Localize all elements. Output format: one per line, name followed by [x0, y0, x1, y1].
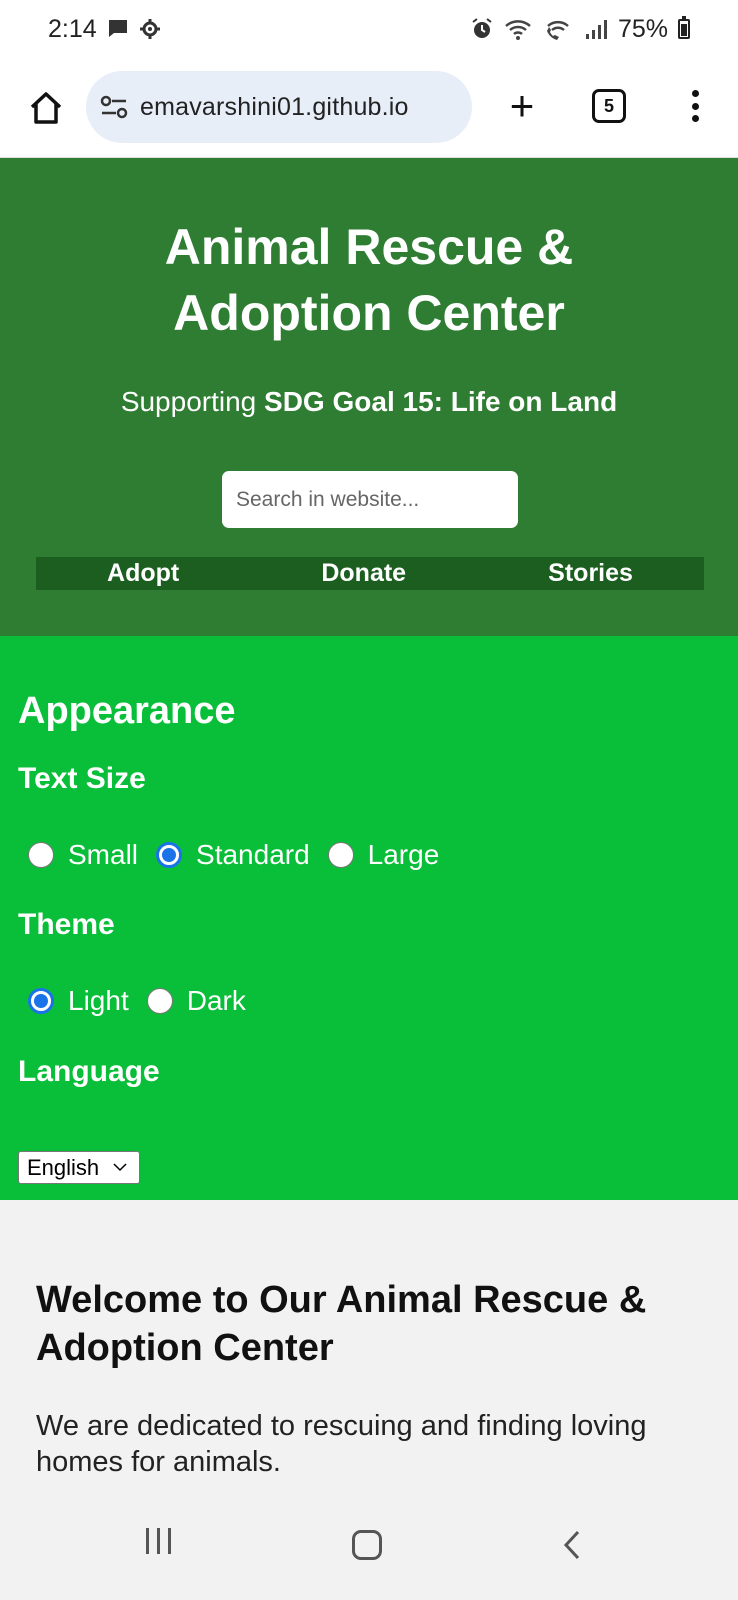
- home-button[interactable]: [24, 86, 68, 130]
- more-options-button[interactable]: [680, 84, 710, 128]
- radio-small[interactable]: [28, 842, 54, 868]
- system-nav-bar: [0, 1500, 738, 1600]
- wifi-icon: [504, 17, 534, 41]
- nav-donate-link[interactable]: Donate: [321, 559, 406, 588]
- recents-bar-icon: [168, 1528, 171, 1554]
- text-size-heading: Text Size: [18, 762, 146, 795]
- theme-heading: Theme: [18, 908, 115, 941]
- menu-dot-icon: [691, 115, 699, 122]
- radio-dark[interactable]: [146, 988, 173, 1014]
- nav-stories-link[interactable]: Stories: [548, 559, 633, 588]
- home-icon: [30, 92, 62, 124]
- site-title: Animal Rescue & Adoption Center: [0, 214, 738, 346]
- wifi-calling-icon: [544, 17, 574, 41]
- battery-percent: 75%: [617, 14, 668, 43]
- welcome-heading: Welcome to Our Animal Rescue & Adoption …: [36, 1279, 647, 1369]
- recents-bar-icon: [146, 1528, 149, 1554]
- radio-dark-label[interactable]: Dark: [187, 985, 246, 1017]
- status-bar: 2:14 75%: [0, 0, 738, 58]
- site-title-text: Animal Rescue & Adoption Center: [164, 219, 574, 341]
- nav-adopt-link[interactable]: Adopt: [107, 559, 179, 588]
- radio-standard-label[interactable]: Standard: [196, 839, 310, 871]
- chevron-down-icon: [113, 1159, 127, 1177]
- radio-large[interactable]: [327, 842, 354, 868]
- language-heading: Language: [18, 1055, 160, 1088]
- alarm-icon: [470, 17, 494, 41]
- language-selected: English: [27, 1154, 100, 1180]
- system-home-button[interactable]: [352, 1530, 382, 1560]
- radio-light[interactable]: [28, 988, 54, 1014]
- appearance-panel: Appearance Text Size Small Standard Larg…: [0, 636, 738, 1200]
- status-right: 75%: [470, 15, 690, 44]
- browser-toolbar: emavarshini01.github.io + 5: [0, 58, 738, 158]
- recent-apps-button[interactable]: [146, 1528, 171, 1554]
- battery-icon: [678, 16, 690, 39]
- recents-bar-icon: [157, 1528, 160, 1554]
- theme-options: Light Dark: [28, 985, 264, 1017]
- subtitle-prefix: Supporting: [120, 386, 257, 417]
- radio-standard[interactable]: [156, 842, 183, 868]
- menu-dot-icon: [691, 102, 699, 110]
- search-input[interactable]: [222, 471, 518, 528]
- site-settings-icon: [100, 95, 128, 119]
- new-tab-button[interactable]: +: [500, 84, 544, 128]
- welcome-text: We are dedicated to rescuing and finding…: [36, 1410, 647, 1478]
- site-subtitle: Supporting SDG Goal 15: Life on Land: [0, 386, 738, 418]
- signal-icon: [584, 17, 608, 41]
- status-left: 2:14: [48, 15, 161, 44]
- language-select[interactable]: English: [18, 1151, 140, 1184]
- menu-dot-icon: [691, 90, 699, 97]
- back-chevron-icon: [563, 1530, 580, 1560]
- radio-large-label[interactable]: Large: [368, 839, 440, 871]
- tab-switcher-button[interactable]: 5: [592, 89, 626, 123]
- text-size-options: Small Standard Large: [28, 839, 457, 871]
- back-button[interactable]: [562, 1530, 582, 1560]
- appearance-heading: Appearance: [18, 690, 236, 732]
- address-bar[interactable]: emavarshini01.github.io: [86, 71, 472, 143]
- message-icon: [107, 18, 129, 40]
- welcome-section: Welcome to Our Animal Rescue & Adoption …: [0, 1200, 738, 1500]
- status-time: 2:14: [48, 14, 97, 43]
- radio-small-label[interactable]: Small: [68, 839, 138, 871]
- subtitle-goal: SDG Goal 15: Life on Land: [264, 386, 618, 417]
- main-nav: Adopt Donate Stories: [36, 557, 704, 590]
- site-header: Animal Rescue & Adoption Center Supporti…: [0, 158, 738, 636]
- url-text: emavarshini01.github.io: [140, 92, 409, 121]
- radio-light-label[interactable]: Light: [68, 985, 129, 1017]
- phone-screen: 2:14 75% emavarshini01.github.io + 5 Ani…: [0, 0, 738, 1600]
- settings-gear-icon: [139, 18, 161, 40]
